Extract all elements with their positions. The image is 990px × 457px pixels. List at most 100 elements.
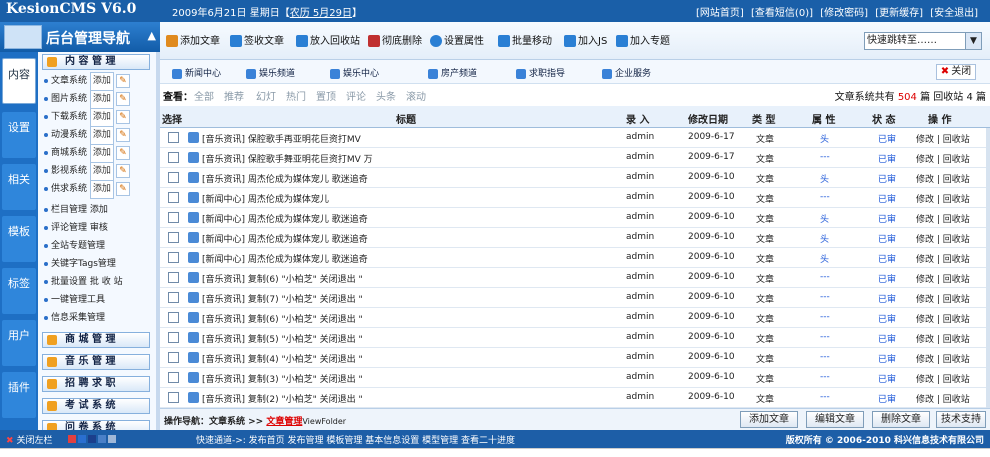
- edit-article-button[interactable]: 编辑文章: [806, 411, 864, 428]
- select-checkbox[interactable]: [168, 252, 179, 263]
- row-operations[interactable]: 修改 | 回收站: [916, 152, 970, 165]
- filter-hot[interactable]: 热门: [286, 88, 306, 103]
- select-checkbox[interactable]: [168, 192, 179, 203]
- table-row[interactable]: [音乐资讯] 保腔歌手再亚明花巨资打MV admin 2009-6-17 文章 头 已审 修…: [160, 128, 990, 148]
- row-operations[interactable]: 修改 | 回收站: [916, 372, 970, 385]
- row-status[interactable]: 已审: [878, 372, 896, 385]
- row-status[interactable]: 已审: [878, 212, 896, 225]
- table-row[interactable]: [音乐资讯] 周杰伦成为媒体宠儿 歌迷追奇 admin 2009-6-10 文章 头 已审…: [160, 168, 990, 188]
- channel-ent-center[interactable]: 娱乐中心: [330, 66, 379, 79]
- row-title[interactable]: [音乐资讯] 复制(4) "小柏芝" 关闭退出 ": [202, 352, 363, 365]
- group-music[interactable]: 音 乐 管 理: [42, 354, 150, 370]
- row-title[interactable]: [音乐资讯] 保腔歌手再亚明花巨资打MV: [202, 132, 361, 145]
- add-js-button[interactable]: 加入JS: [564, 34, 607, 50]
- breadcrumb-current[interactable]: 文章管理: [266, 417, 302, 427]
- select-checkbox[interactable]: [168, 312, 179, 323]
- tab-templates[interactable]: 模板: [2, 216, 36, 262]
- row-title[interactable]: [新闻中心] 周杰伦成为媒体宠儿 歌迷追奇: [202, 232, 368, 245]
- table-row[interactable]: [新闻中心] 周杰伦成为媒体宠儿 歌迷追奇 admin 2009-6-10 文章 头 已审…: [160, 228, 990, 248]
- close-button[interactable]: ✖ 关闭: [936, 64, 976, 80]
- tab-content[interactable]: 内容: [2, 58, 36, 104]
- set-attribute-button[interactable]: 设置属性: [430, 34, 484, 50]
- filter-all[interactable]: 全部: [194, 88, 214, 103]
- table-row[interactable]: [音乐资讯] 复制(6) "小柏芝" 关闭退出 " admin 2009-6-10 文…: [160, 308, 990, 328]
- select-checkbox[interactable]: [168, 392, 179, 403]
- row-status[interactable]: 已审: [878, 332, 896, 345]
- row-title[interactable]: [新闻中心] 周杰伦成为媒体宠儿 歌迷追奇: [202, 252, 368, 265]
- row-operations[interactable]: 修改 | 回收站: [916, 192, 970, 205]
- delete-article-button[interactable]: 删除文章: [872, 411, 930, 428]
- row-operations[interactable]: 修改 | 回收站: [916, 312, 970, 325]
- group-content-management[interactable]: 内 容 管 理: [42, 54, 150, 70]
- select-checkbox[interactable]: [168, 232, 179, 243]
- channel-career[interactable]: 求职指导: [516, 66, 565, 79]
- batch-move-button[interactable]: 批量移动: [498, 34, 552, 50]
- row-status[interactable]: 已审: [878, 272, 896, 285]
- select-checkbox[interactable]: [168, 332, 179, 343]
- row-status[interactable]: 已审: [878, 152, 896, 165]
- table-row[interactable]: [音乐资讯] 复制(3) "小柏芝" 关闭退出 " admin 2009-6-10 文…: [160, 368, 990, 388]
- select-checkbox[interactable]: [168, 172, 179, 183]
- row-title[interactable]: [音乐资讯] 复制(7) "小柏芝" 关闭退出 ": [202, 292, 363, 305]
- support-button[interactable]: 技术支持: [936, 411, 986, 428]
- table-row[interactable]: [音乐资讯] 复制(6) "小柏芝" 关闭退出 " admin 2009-6-10 文…: [160, 268, 990, 288]
- filter-comment[interactable]: 评论: [346, 88, 366, 103]
- row-title[interactable]: [新闻中心] 周杰伦成为媒体宠儿 歌迷追奇: [202, 212, 368, 225]
- row-operations[interactable]: 修改 | 回收站: [916, 212, 970, 225]
- row-status[interactable]: 已审: [878, 192, 896, 205]
- add-article-button[interactable]: 添加文章: [166, 34, 220, 50]
- table-row[interactable]: [音乐资讯] 复制(2) "小柏芝" 关闭退出 " admin 2009-6-10 文…: [160, 388, 990, 408]
- quick-nav[interactable]: 快速通道->: 发布首页 发布管理 模板管理 基本信息设置 模型管理 查看二十进…: [196, 433, 515, 446]
- tab-plugins[interactable]: 插件: [2, 372, 36, 418]
- row-operations[interactable]: 修改 | 回收站: [916, 332, 970, 345]
- channel-business[interactable]: 企业服务: [602, 66, 651, 79]
- select-checkbox[interactable]: [168, 272, 179, 283]
- menu-link-batch[interactable]: 批量设置 批 收 站: [44, 274, 154, 291]
- quick-jump-select[interactable]: 快速跳转至…… ▼: [864, 32, 982, 50]
- change-password-link[interactable]: [修改密码]: [820, 8, 868, 19]
- select-checkbox[interactable]: [168, 212, 179, 223]
- row-status[interactable]: 已审: [878, 252, 896, 265]
- row-status[interactable]: 已审: [878, 312, 896, 325]
- menu-link-collect[interactable]: 信息采集管理: [44, 310, 154, 327]
- logout-link[interactable]: [安全退出]: [930, 8, 978, 19]
- tab-related[interactable]: 相关: [2, 164, 36, 210]
- row-operations[interactable]: 修改 | 回收站: [916, 392, 970, 405]
- row-status[interactable]: 已审: [878, 232, 896, 245]
- table-scrollbar[interactable]: [986, 128, 990, 408]
- table-row[interactable]: [音乐资讯] 复制(5) "小柏芝" 关闭退出 " admin 2009-6-10 文…: [160, 328, 990, 348]
- row-operations[interactable]: 修改 | 回收站: [916, 232, 970, 245]
- row-operations[interactable]: 修改 | 回收站: [916, 172, 970, 185]
- row-status[interactable]: 已审: [878, 292, 896, 305]
- close-sidebar-button[interactable]: ✖ 关闭左栏: [6, 433, 53, 446]
- row-operations[interactable]: 修改 | 回收站: [916, 272, 970, 285]
- select-checkbox[interactable]: [168, 152, 179, 163]
- add-button[interactable]: 添加: [89, 126, 114, 145]
- tab-users[interactable]: 用户: [2, 320, 36, 366]
- recycle-button[interactable]: 放入回收站: [296, 34, 360, 50]
- tab-labels[interactable]: 标签: [2, 268, 36, 314]
- filter-top[interactable]: 置顶: [316, 88, 336, 103]
- channel-entertainment[interactable]: 娱乐频道: [246, 66, 295, 79]
- channel-property[interactable]: 房产频道: [428, 66, 477, 79]
- swatch-light[interactable]: [108, 435, 116, 443]
- add-button[interactable]: 添加: [89, 180, 114, 199]
- row-title[interactable]: [新闻中心] 周杰伦成为媒体宠儿: [202, 192, 329, 205]
- group-survey[interactable]: 问 卷 系 统: [42, 420, 150, 430]
- row-status[interactable]: 已审: [878, 352, 896, 365]
- add-button[interactable]: 添加: [89, 108, 114, 127]
- row-title[interactable]: [音乐资讯] 复制(3) "小柏芝" 关闭退出 ": [202, 372, 363, 385]
- edit-pencil-icon[interactable]: ✎: [115, 91, 130, 106]
- delete-button[interactable]: 彻底删除: [368, 34, 422, 50]
- table-row[interactable]: [音乐资讯] 保腔歌手舞亚明花巨资打MV 万 admin 2009-6-17 文章 --…: [160, 148, 990, 168]
- row-operations[interactable]: 修改 | 回收站: [916, 132, 970, 145]
- channel-news[interactable]: 新闻中心: [172, 66, 221, 79]
- add-topic-button[interactable]: 加入专题: [616, 34, 670, 50]
- select-checkbox[interactable]: [168, 292, 179, 303]
- select-checkbox[interactable]: [168, 352, 179, 363]
- group-exam[interactable]: 考 试 系 统: [42, 398, 150, 414]
- table-row[interactable]: [新闻中心] 周杰伦成为媒体宠儿 歌迷追奇 admin 2009-6-10 文章 头 已审…: [160, 248, 990, 268]
- edit-pencil-icon[interactable]: ✎: [115, 73, 130, 88]
- add-button[interactable]: 添加: [89, 144, 114, 163]
- row-status[interactable]: 已审: [878, 392, 896, 405]
